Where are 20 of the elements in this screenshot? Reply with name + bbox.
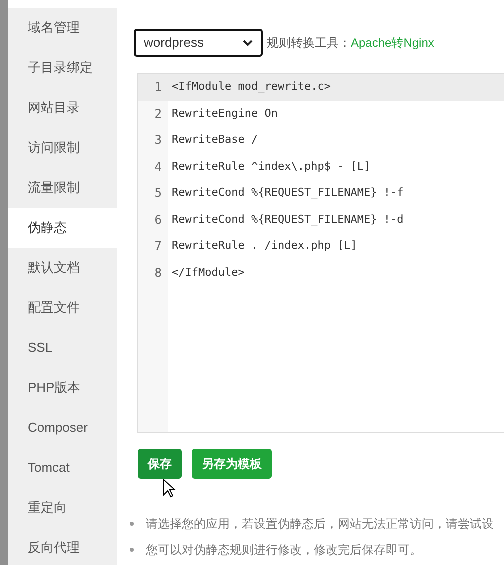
line-number: 2 [138,100,168,127]
bullet-icon [130,548,134,552]
code-text: <IfModule mod_rewrite.c> [168,74,504,100]
code-editor[interactable] [137,73,504,433]
help-note: 您可以对伪静态规则进行修改，修改完后保存即可。 [146,542,422,559]
line-number: 4 [138,154,168,180]
line-number: 3 [138,127,168,154]
template-select[interactable]: wordpress [134,29,263,57]
line-number: 6 [138,206,168,233]
line-number: 8 [138,260,168,286]
help-note: 请选择您的应用，若设置伪静态后，网站无法正常访问，请尝试设 [146,516,494,533]
line-number: 7 [138,233,168,260]
line-number: 5 [138,180,168,206]
sidebar-item[interactable]: 伪静态 [8,208,117,248]
bullet-icon [130,522,134,526]
chevron-down-icon [243,40,253,46]
mouse-cursor-icon [163,479,176,498]
line-number: 1 [138,74,168,100]
save-button[interactable]: 保存 [138,449,182,479]
converter-label: 规则转换工具： [267,35,351,52]
